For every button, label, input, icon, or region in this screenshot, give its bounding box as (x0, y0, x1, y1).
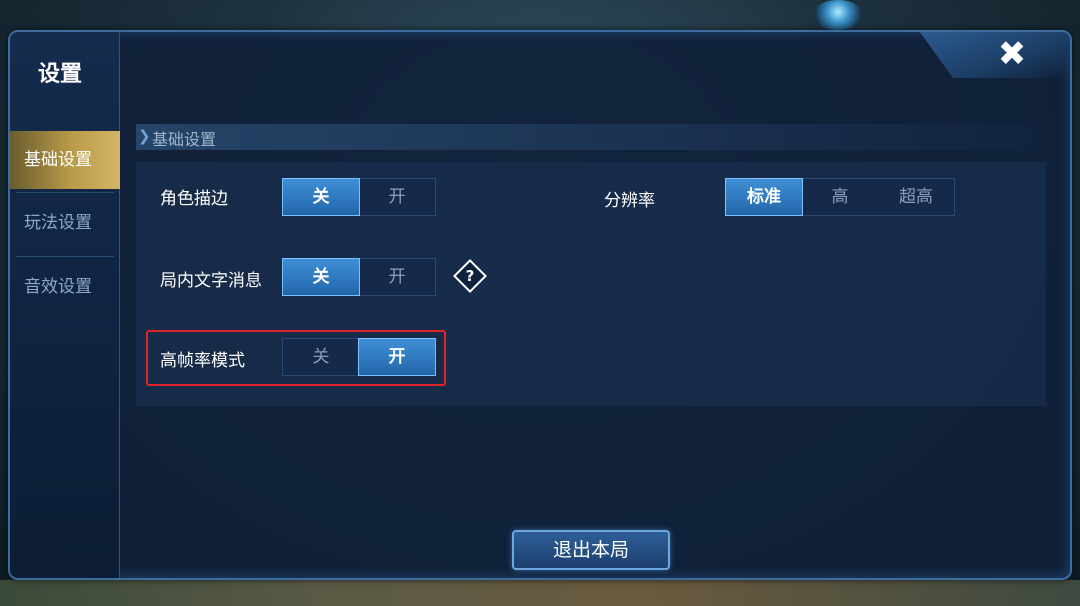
tab-divider (16, 256, 114, 257)
tab-gameplay-settings[interactable]: 玩法设置 (10, 194, 120, 252)
high-fps-on-option[interactable]: 开 (358, 338, 436, 376)
close-icon[interactable]: ✖ (994, 36, 1030, 72)
in-game-text-off-option[interactable]: 关 (282, 258, 360, 296)
exit-match-button[interactable]: 退出本局 (512, 530, 670, 570)
section-header: ❯ 基础设置 (136, 124, 1046, 150)
section-title: 基础设置 (152, 130, 217, 149)
resolution-ultra-option[interactable]: 超高 (878, 179, 954, 215)
high-fps-label: 高帧率模式 (160, 351, 245, 371)
outline-toggle: 关 开 (282, 178, 436, 216)
resolution-label: 分辨率 (604, 191, 655, 211)
tab-divider (16, 192, 114, 193)
background-orb (812, 0, 864, 30)
tab-basic-settings[interactable]: 基础设置 (10, 131, 120, 189)
high-fps-toggle: 关 开 (282, 338, 436, 376)
outline-off-option[interactable]: 关 (282, 178, 360, 216)
outline-label: 角色描边 (160, 189, 228, 209)
background-ground (0, 580, 1080, 606)
settings-panel: ✖ 设置 基础设置 玩法设置 音效设置 ❯ 基础设置 角色描边 关 开 分辨率 … (8, 30, 1072, 580)
sidebar: 设置 基础设置 玩法设置 音效设置 (10, 32, 120, 578)
chevron-right-icon: ❯ (138, 127, 151, 145)
in-game-text-toggle: 关 开 (282, 258, 436, 296)
panel-title: 设置 (38, 62, 83, 87)
resolution-selector: 标准 高 超高 (725, 178, 955, 216)
high-fps-off-option[interactable]: 关 (283, 339, 359, 375)
resolution-standard-option[interactable]: 标准 (725, 178, 803, 216)
help-glyph: ? (465, 267, 475, 285)
in-game-text-on-option[interactable]: 开 (359, 259, 435, 295)
resolution-high-option[interactable]: 高 (802, 179, 878, 215)
tab-sound-settings[interactable]: 音效设置 (10, 258, 120, 316)
in-game-text-label: 局内文字消息 (160, 271, 262, 291)
outline-on-option[interactable]: 开 (359, 179, 435, 215)
